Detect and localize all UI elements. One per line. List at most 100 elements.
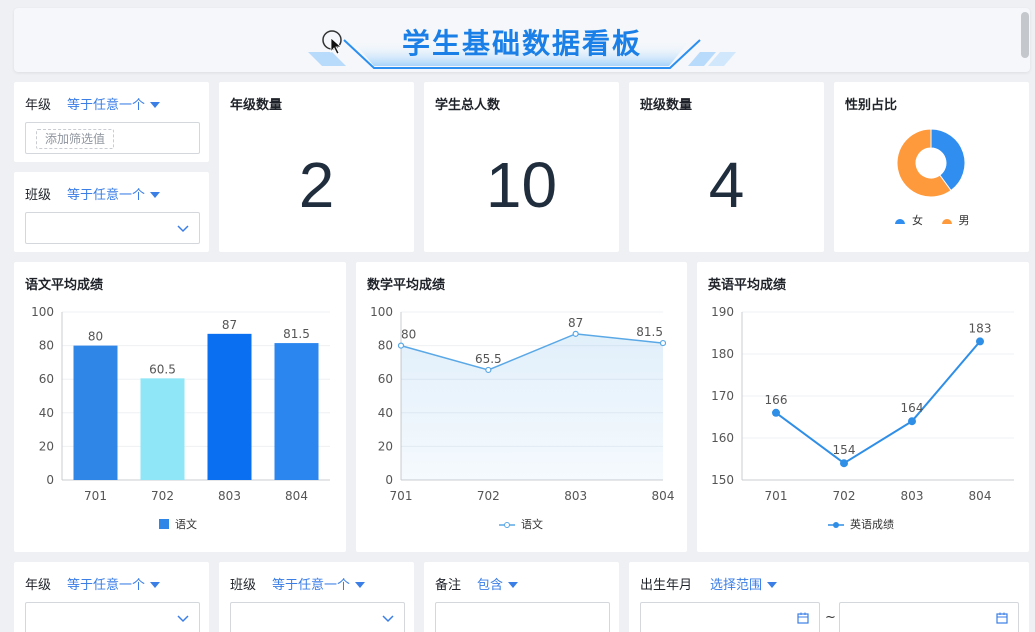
y-tick-label: 170: [711, 389, 734, 403]
y-tick-label: 80: [378, 339, 393, 353]
english-line-chart[interactable]: 150 160 170 180 190 166 701 154 702 164 803 183 804: [697, 262, 1029, 552]
filter-value-select[interactable]: [25, 602, 200, 632]
pie-legend: 女 男: [894, 212, 970, 228]
data-label: 81.5: [283, 327, 310, 341]
x-tick-label: 804: [969, 489, 992, 503]
data-point: [659, 339, 667, 347]
filter-label: 班级: [230, 578, 257, 593]
chinese-score-card: 语文平均成绩 0 20 40 60 80 100 80 701 60.5 702 87 803 81.5…: [14, 262, 346, 552]
filter-grade-bottom: 年级 等于任意一个: [14, 562, 209, 632]
y-tick-label: 180: [711, 347, 734, 361]
legend-line-icon: [499, 519, 515, 532]
data-label: 80: [88, 330, 103, 344]
filter-value-input[interactable]: 添加筛选值: [25, 122, 200, 154]
x-tick-label: 804: [285, 489, 308, 503]
kpi-grade-count: 年级数量 2: [219, 82, 414, 252]
y-tick-label: 0: [46, 473, 54, 487]
x-tick-label: 803: [218, 489, 241, 503]
math-area-chart[interactable]: 0 20 40 60 80 100 80 701 65.5 702 87 803 81.5 804: [356, 262, 687, 552]
gender-ratio-card: 性别占比 女 男: [834, 82, 1029, 252]
filter-label: 备注: [435, 578, 462, 593]
y-tick-label: 60: [378, 372, 393, 386]
data-label: 87: [222, 318, 237, 332]
kpi-value: 4: [708, 149, 745, 221]
english-score-card: 英语平均成绩 150 160 170 180 190 166 701 154 702 164 803…: [697, 262, 1029, 552]
remark-text-input[interactable]: [435, 602, 610, 632]
kpi-class-count: 班级数量 4: [629, 82, 824, 252]
filter-label: 班级: [25, 188, 52, 203]
y-tick-label: 80: [39, 339, 54, 353]
chevron-down-icon: [177, 225, 189, 233]
y-tick-label: 20: [378, 439, 393, 453]
y-tick-label: 160: [711, 431, 734, 445]
filter-operator-dropdown[interactable]: 等于任意一个: [67, 184, 161, 203]
bar-legend[interactable]: 语文: [159, 516, 197, 532]
filter-value-select[interactable]: [230, 602, 405, 632]
filter-remark: 备注 包含: [424, 562, 619, 632]
date-range-separator: ~: [825, 610, 836, 625]
filter-class: 班级 等于任意一个: [14, 172, 209, 252]
data-label: 80: [401, 328, 416, 342]
x-tick-label: 702: [151, 489, 174, 503]
filter-operator-dropdown[interactable]: 选择范围: [710, 574, 778, 593]
x-tick-label: 701: [765, 489, 788, 503]
caret-down-icon: [150, 192, 161, 198]
bar: [73, 345, 118, 480]
x-tick-label: 803: [564, 489, 587, 503]
filter-operator-dropdown[interactable]: 等于任意一个: [272, 574, 366, 593]
legend-label: 英语成绩: [850, 518, 894, 531]
data-point: [908, 417, 916, 426]
filter-birth-date: 出生年月 选择范围 ~: [629, 562, 1029, 632]
y-tick-label: 100: [370, 305, 393, 319]
data-label: 65.5: [475, 352, 502, 366]
filter-operator-dropdown[interactable]: 等于任意一个: [67, 574, 161, 593]
area-fill: [401, 333, 663, 480]
bar: [274, 343, 319, 480]
data-point: [840, 459, 848, 468]
legend-male-label[interactable]: 男: [959, 214, 970, 227]
data-label: 60.5: [149, 362, 176, 376]
kpi-value: 10: [485, 149, 558, 221]
date-end-input[interactable]: [839, 602, 1019, 632]
bar: [140, 378, 185, 480]
chevron-down-icon: [177, 615, 189, 623]
kpi-title: 学生总人数: [435, 98, 501, 113]
data-point: [485, 366, 492, 374]
kpi-title: 班级数量: [640, 98, 693, 113]
y-tick-label: 40: [39, 406, 54, 420]
filter-operator-dropdown[interactable]: 等于任意一个: [67, 94, 161, 113]
line-legend[interactable]: 英语成绩: [828, 516, 894, 532]
y-tick-label: 100: [31, 305, 54, 319]
bar: [207, 333, 252, 480]
mouse-cursor-icon: [322, 30, 343, 55]
x-tick-label: 702: [833, 489, 856, 503]
math-score-card: 数学平均成绩 0 20 40 60 80 100 80 701 65.5 702 87 803 81.5…: [356, 262, 687, 552]
chinese-bar-chart[interactable]: 0 20 40 60 80 100 80 701 60.5 702 87 803 81.5 804: [14, 262, 346, 552]
area-legend[interactable]: 语文: [499, 516, 543, 532]
data-label: 183: [969, 321, 992, 335]
filter-operator-dropdown[interactable]: 包含: [477, 574, 519, 593]
filter-label: 出生年月: [640, 578, 693, 593]
add-filter-value-tag[interactable]: 添加筛选值: [36, 129, 115, 149]
legend-male-icon[interactable]: [941, 215, 953, 228]
data-label: 154: [833, 443, 856, 457]
y-tick-label: 20: [39, 439, 54, 453]
series-line: [775, 340, 981, 465]
data-point: [572, 330, 579, 337]
legend-label: 语文: [175, 518, 197, 531]
filter-value-select[interactable]: [25, 212, 200, 244]
scrollbar[interactable]: [1021, 12, 1029, 58]
data-label: 164: [901, 401, 924, 415]
date-start-input[interactable]: [640, 602, 820, 632]
legend-line-icon: [828, 519, 844, 532]
calendar-icon: [797, 612, 809, 624]
caret-down-icon: [150, 582, 161, 588]
caret-down-icon: [508, 582, 519, 588]
legend-female-icon[interactable]: [894, 215, 906, 228]
legend-female-label[interactable]: 女: [912, 214, 923, 227]
x-tick-label: 702: [477, 489, 500, 503]
filter-label: 年级: [25, 578, 52, 593]
data-label: 81.5: [636, 325, 663, 339]
data-point: [976, 337, 984, 346]
calendar-icon: [996, 612, 1008, 624]
